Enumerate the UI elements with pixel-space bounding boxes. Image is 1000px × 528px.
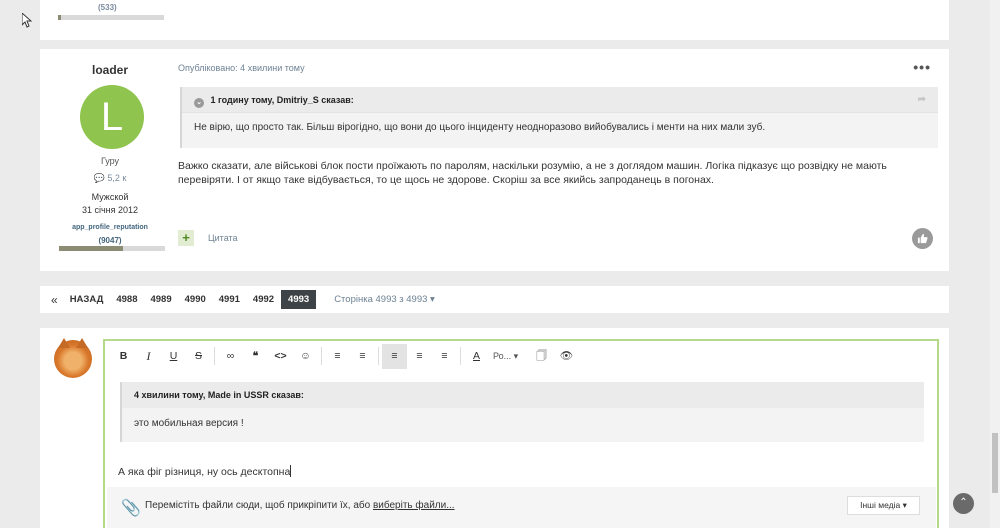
toolbar-divider	[321, 347, 322, 365]
posts-count: 5,2 к	[107, 173, 127, 183]
font-size-dropdown[interactable]: Ро... ▾	[489, 344, 529, 369]
bullet-list-icon: ≡	[334, 349, 341, 362]
pagination: « НАЗАД 4988 4989 4990 4991 4992 4993 Ст…	[40, 286, 949, 313]
align-center-button[interactable]: ≡	[407, 344, 432, 369]
italic-button[interactable]: I	[136, 344, 161, 369]
post-card: loader L Гуру 💬 5,2 к Мужской 31 січня 2…	[40, 49, 949, 271]
caret-down-icon: ▾	[902, 500, 907, 510]
page-link[interactable]: 4991	[219, 294, 240, 305]
like-button[interactable]	[912, 228, 933, 249]
caret-down-icon: ▾	[513, 350, 519, 361]
quote-button[interactable]: ❝	[243, 344, 268, 369]
thumbs-up-icon	[917, 233, 928, 244]
font-size-label: Ро...	[493, 350, 512, 361]
font-color-button[interactable]: A	[464, 344, 489, 369]
editor-quote-text: это мобильная версия !	[134, 418, 244, 429]
caret-down-icon: ▾	[430, 294, 435, 305]
page-link[interactable]: 4990	[185, 294, 206, 305]
align-left-icon: ≡	[391, 349, 398, 362]
post-quote: ⌄ 1 годину тому, Dmitriy_S сказав: ➦ Не …	[180, 87, 938, 148]
reply-editor[interactable]: B I U S ∞ ❝ <> ☺ ≡ ≡ ≡ ≡ ≡ A Ро... ▾ 🗍 👁…	[103, 339, 939, 528]
page-link[interactable]: 4988	[116, 294, 137, 305]
current-page[interactable]: 4993	[281, 290, 317, 309]
chevron-down-icon[interactable]: ⌄	[194, 98, 204, 108]
page-jump-dropdown[interactable]: Сторінка 4993 з 4993 ▾	[334, 294, 435, 305]
numbered-list-icon: ≡	[359, 349, 366, 362]
other-media-label: Інші медіа	[860, 500, 901, 510]
author-rank: Гуру	[100, 156, 120, 166]
align-center-icon: ≡	[416, 349, 423, 362]
more-options-icon[interactable]: •••	[913, 59, 931, 75]
document-search-icon: 🗍	[536, 349, 547, 362]
prev-page-link[interactable]: НАЗАД	[70, 294, 104, 305]
author-joined: 31 січня 2012	[81, 205, 139, 215]
eye-icon: 👁	[559, 349, 574, 362]
quote-icon: ❝	[252, 349, 259, 362]
page-link[interactable]: 4992	[253, 294, 274, 305]
quote-button[interactable]: Цитата	[208, 233, 238, 243]
attachment-area[interactable]: 📎 Перемістіть файли сюди, щоб прикріпити…	[107, 487, 936, 528]
post-body: Важко сказати, але військові блок пости …	[178, 160, 887, 186]
choose-files-link[interactable]: виберіть файли...	[373, 500, 455, 511]
attach-hint: Перемістіть файли сюди, щоб прикріпити ї…	[145, 500, 373, 511]
chat-bubble-icon: 💬	[93, 173, 105, 183]
editor-quote: 4 хвилини тому, Made in USSR сказав: это…	[120, 382, 924, 442]
underline-button[interactable]: U	[161, 344, 186, 369]
link-button[interactable]: ∞	[218, 344, 243, 369]
text-caret	[290, 465, 292, 477]
editor-text[interactable]: А яка фіг різниця, ну ось десктопна	[118, 465, 292, 478]
reply-text: А яка фіг різниця, ну ось десктопна	[118, 466, 291, 478]
other-media-button[interactable]: Інші медіа ▾	[847, 496, 920, 515]
page-of-label: Сторінка 4993 з 4993	[334, 294, 428, 305]
toolbar-divider	[214, 347, 215, 365]
scrollbar-thumb[interactable]	[992, 433, 998, 493]
font-color-icon: A	[472, 349, 480, 362]
reputation-bar	[59, 246, 165, 251]
align-right-button[interactable]: ≡	[432, 344, 457, 369]
reputation-count: (533)	[98, 3, 117, 12]
share-arrow-icon[interactable]: ➦	[918, 94, 926, 105]
author-gender: Мужской	[91, 192, 129, 202]
scrollbar[interactable]	[990, 0, 1000, 528]
preview-button[interactable]: 👁	[554, 344, 579, 369]
chevron-up-icon: ⌃	[959, 497, 968, 508]
quote-header: ⌄ 1 годину тому, Dmitriy_S сказав: ➦	[182, 87, 938, 113]
code-button[interactable]: <>	[268, 344, 293, 369]
first-page-link[interactable]: «	[51, 293, 58, 307]
previous-post-card: (533)	[40, 0, 949, 40]
bullet-list-button[interactable]: ≡	[325, 344, 350, 369]
attach-instructions: Перемістіть файли сюди, щоб прикріпити ї…	[145, 500, 455, 511]
reply-card: B I U S ∞ ❝ <> ☺ ≡ ≡ ≡ ≡ ≡ A Ро... ▾ 🗍 👁…	[40, 328, 949, 528]
toolbar-divider	[460, 347, 461, 365]
emoji-button[interactable]: ☺	[293, 344, 318, 369]
mouse-cursor-icon	[22, 13, 32, 28]
quote-author[interactable]: 1 годину тому, Dmitriy_S сказав:	[211, 95, 354, 105]
editor-toolbar: B I U S ∞ ❝ <> ☺ ≡ ≡ ≡ ≡ ≡ A Ро... ▾ 🗍 👁	[105, 341, 937, 371]
multi-quote-button[interactable]: +	[178, 230, 194, 246]
align-left-button[interactable]: ≡	[382, 343, 407, 369]
align-right-icon: ≡	[441, 349, 448, 362]
author-name[interactable]: loader	[40, 63, 180, 77]
smiley-icon: ☺	[300, 349, 311, 362]
reputation-label: app_profile_reputation	[72, 224, 148, 231]
published-time[interactable]: Опубліковано: 4 хвилини тому	[178, 63, 305, 73]
editor-quote-header: 4 хвилини тому, Made in USSR сказав:	[122, 382, 924, 408]
scroll-to-top-button[interactable]: ⌃	[953, 493, 974, 514]
source-button[interactable]: 🗍	[529, 344, 554, 369]
code-icon: <>	[274, 349, 287, 362]
paperclip-icon: 📎	[121, 500, 141, 517]
user-avatar[interactable]	[54, 338, 92, 378]
author-posts: 💬 5,2 к	[40, 173, 180, 184]
reputation-bar	[58, 15, 164, 20]
avatar[interactable]: L	[80, 85, 144, 149]
reputation-count: (9047)	[98, 236, 122, 245]
bold-button[interactable]: B	[111, 344, 136, 369]
strikethrough-button[interactable]: S	[186, 344, 211, 369]
page-link[interactable]: 4989	[150, 294, 171, 305]
toolbar-divider	[378, 347, 379, 365]
link-icon: ∞	[226, 349, 235, 362]
quote-text: Не вірю, що просто так. Більш вірогідно,…	[194, 122, 766, 133]
numbered-list-button[interactable]: ≡	[350, 344, 375, 369]
